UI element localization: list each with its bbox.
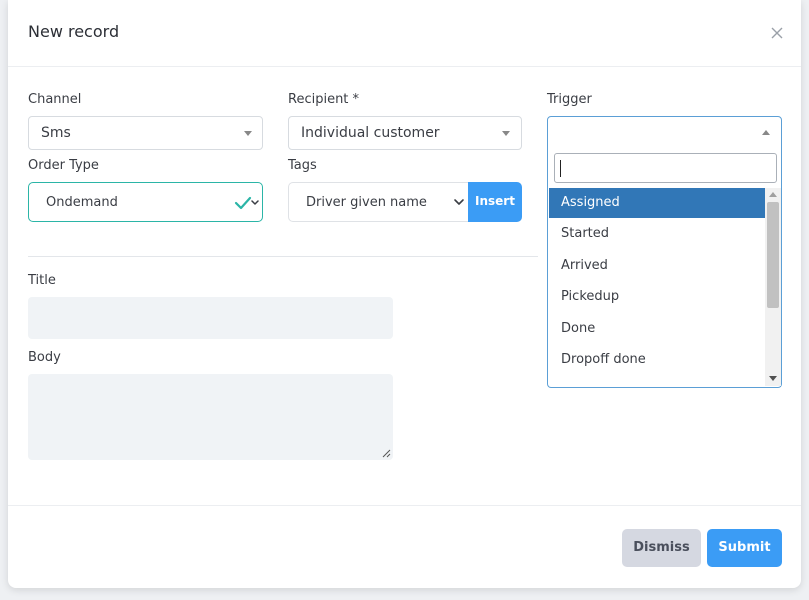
check-icon [234, 196, 259, 210]
chevron-down-icon [454, 199, 464, 205]
chevron-down-icon [244, 131, 252, 136]
channel-label: Channel [28, 92, 82, 107]
trigger-label: Trigger [547, 92, 592, 107]
body-label: Body [28, 350, 61, 365]
insert-button[interactable]: Insert [468, 182, 522, 222]
scroll-up-icon[interactable] [769, 192, 777, 197]
dropdown-scrollbar[interactable] [765, 188, 781, 386]
trigger-dropdown: Assigned Started Arrived Pickedup Done D… [547, 146, 782, 388]
resize-handle-icon[interactable] [382, 449, 391, 458]
title-input[interactable] [28, 297, 393, 339]
channel-value: Sms [41, 125, 71, 141]
chevron-down-icon [502, 131, 510, 136]
modal-header: New record [8, 0, 801, 67]
tags-value: Driver given name [306, 195, 427, 210]
option-arrived[interactable]: Arrived [549, 251, 765, 281]
chevron-up-icon [762, 130, 770, 135]
new-record-modal: New record Channel Sms Recipient * Indiv… [8, 0, 801, 588]
order-type-select[interactable]: Ondemand [28, 182, 263, 222]
section-divider [28, 256, 538, 257]
title-label: Title [28, 273, 56, 288]
channel-select[interactable]: Sms [28, 116, 263, 150]
tags-label: Tags [288, 158, 317, 173]
trigger-select[interactable] [547, 116, 782, 150]
scroll-down-icon[interactable] [769, 376, 777, 381]
option-done[interactable]: Done [549, 314, 765, 344]
text-cursor [560, 160, 561, 177]
option-assigned[interactable]: Assigned [549, 188, 765, 218]
order-type-label: Order Type [28, 158, 99, 173]
close-button[interactable] [768, 24, 786, 42]
order-type-value: Ondemand [46, 195, 118, 210]
recipient-label: Recipient * [288, 92, 360, 107]
body-textarea[interactable] [28, 374, 393, 460]
tags-select[interactable]: Driver given name [288, 182, 469, 222]
dismiss-button[interactable]: Dismiss [622, 529, 701, 567]
trigger-search-input[interactable] [554, 153, 777, 183]
modal-title: New record [28, 22, 120, 41]
submit-button[interactable]: Submit [707, 529, 782, 567]
option-started[interactable]: Started [549, 219, 765, 249]
option-pickedup[interactable]: Pickedup [549, 282, 765, 312]
option-dropoff-done[interactable]: Dropoff done [549, 345, 765, 375]
recipient-value: Individual customer [301, 125, 440, 141]
recipient-select[interactable]: Individual customer [288, 116, 522, 150]
footer-divider [8, 505, 801, 506]
scrollbar-thumb[interactable] [767, 202, 779, 308]
trigger-options-list: Assigned Started Arrived Pickedup Done D… [549, 188, 765, 386]
close-icon [771, 27, 783, 39]
